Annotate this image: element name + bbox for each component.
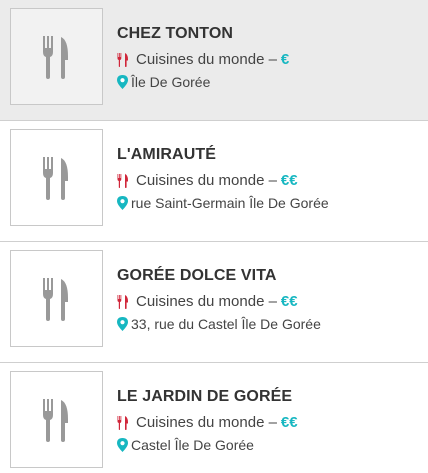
restaurant-address: rue Saint-Germain Île De Gorée: [117, 195, 329, 211]
price-level: €€: [280, 172, 298, 189]
fork-knife-placeholder-icon: [42, 398, 68, 442]
address-label: 33, rue du Castel Île De Gorée: [131, 316, 321, 332]
restaurant-name: LE JARDIN DE GORÉE: [117, 388, 293, 405]
cuisine-label: Cuisines du monde –: [136, 51, 277, 68]
address-label: rue Saint-Germain Île De Gorée: [131, 195, 329, 211]
price-level: €: [280, 51, 290, 68]
fork-knife-icon: [117, 173, 128, 188]
restaurant-card[interactable]: CHEZ TONTON Cuisines du monde – € Île De…: [0, 0, 428, 121]
restaurant-thumbnail: [10, 129, 103, 226]
map-pin-icon: [117, 75, 128, 89]
map-pin-icon: [117, 438, 128, 452]
restaurant-thumbnail: [10, 250, 103, 347]
restaurant-name: GORÉE DOLCE VITA: [117, 267, 277, 284]
address-label: Castel Île De Gorée: [131, 437, 254, 453]
cuisine-label: Cuisines du monde –: [136, 414, 277, 431]
price-level: €€: [280, 293, 298, 310]
restaurant-card[interactable]: GORÉE DOLCE VITA Cuisines du monde – €€ …: [0, 242, 428, 363]
restaurant-thumbnail: [10, 8, 103, 105]
fork-knife-icon: [117, 294, 128, 309]
restaurant-card[interactable]: L'AMIRAUTÉ Cuisines du monde – €€ rue Sa…: [0, 121, 428, 242]
restaurant-address: 33, rue du Castel Île De Gorée: [117, 316, 321, 332]
restaurant-list: CHEZ TONTON Cuisines du monde – € Île De…: [0, 0, 428, 473]
restaurant-cuisine: Cuisines du monde – €€: [117, 172, 298, 189]
restaurant-card[interactable]: LE JARDIN DE GORÉE Cuisines du monde – €…: [0, 363, 428, 473]
map-pin-icon: [117, 317, 128, 331]
restaurant-name: CHEZ TONTON: [117, 25, 234, 42]
restaurant-name: L'AMIRAUTÉ: [117, 146, 217, 163]
price-level: €€: [280, 414, 298, 431]
restaurant-address: Castel Île De Gorée: [117, 437, 254, 453]
restaurant-cuisine: Cuisines du monde – €: [117, 51, 289, 68]
map-pin-icon: [117, 196, 128, 210]
restaurant-address: Île De Gorée: [117, 74, 210, 90]
restaurant-cuisine: Cuisines du monde – €€: [117, 293, 298, 310]
cuisine-label: Cuisines du monde –: [136, 293, 277, 310]
address-label: Île De Gorée: [131, 74, 211, 90]
fork-knife-icon: [117, 415, 128, 430]
restaurant-cuisine: Cuisines du monde – €€: [117, 414, 298, 431]
fork-knife-icon: [117, 52, 128, 67]
cuisine-label: Cuisines du monde –: [136, 172, 277, 189]
fork-knife-placeholder-icon: [42, 35, 68, 79]
fork-knife-placeholder-icon: [42, 277, 68, 321]
fork-knife-placeholder-icon: [42, 156, 68, 200]
restaurant-thumbnail: [10, 371, 103, 468]
